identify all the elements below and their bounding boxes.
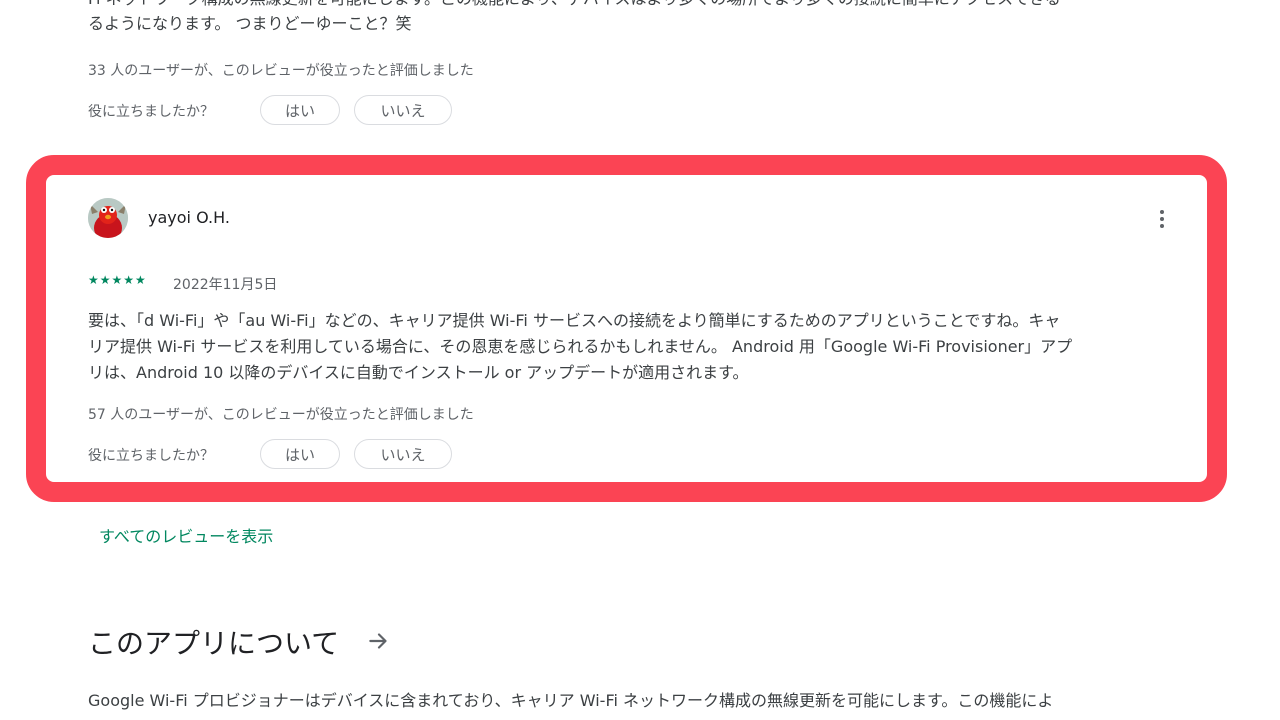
reviewer-name: yayoi O.H.: [148, 208, 230, 227]
previous-helpful-question: 役に立ちましたか？: [88, 104, 214, 120]
helpful-count: 57 人のユーザーが、このレビューが役立ったと評価しました: [88, 407, 474, 423]
helpful-question: 役に立ちましたか？: [88, 448, 214, 464]
review-date: 2022年11月5日: [173, 277, 278, 293]
reviewer-avatar: [88, 198, 128, 238]
previous-review-line: るようになります。 つまりどーゆーこと？笑: [88, 14, 412, 33]
avatar-image: [88, 198, 128, 238]
helpful-no-button[interactable]: いいえ: [354, 439, 452, 469]
previous-helpful-count: 33 人のユーザーが、このレビューが役立ったと評価しました: [88, 63, 474, 79]
arrow-right-icon[interactable]: [366, 628, 392, 654]
more-vert-icon[interactable]: [1146, 203, 1178, 235]
review-body-line: リア提供 Wi-Fi サービスを利用している場合に、その恩恵を感じられるかもしれ…: [88, 337, 1073, 356]
previous-yes-button[interactable]: はい: [260, 95, 340, 125]
review-body-line: 要は、「d Wi-Fi」や「au Wi-Fi」などの、キャリア提供 Wi-Fi …: [88, 311, 1061, 330]
about-section-title: このアプリについて: [88, 627, 340, 660]
previous-review-text: Fi ネットワーク構成の無線更新を可能にします。この機能により、デバイスはより多…: [88, 0, 1188, 36]
about-description: Google Wi-Fi プロビジョナーはデバイスに含まれており、キャリア Wi…: [88, 691, 1054, 710]
star-rating: ★★★★★: [88, 273, 147, 287]
helpful-yes-button[interactable]: はい: [260, 439, 340, 469]
previous-no-button[interactable]: いいえ: [354, 95, 452, 125]
see-all-reviews-link[interactable]: すべてのレビューを表示: [99, 523, 273, 547]
review-body-line: リは、Android 10 以降のデバイスに自動でインストール or アップデー…: [88, 363, 749, 382]
previous-review-line: Fi ネットワーク構成の無線更新を可能にします。この機能により、デバイスはより多…: [88, 0, 1188, 11]
review-body: 要は、「d Wi-Fi」や「au Wi-Fi」などの、キャリア提供 Wi-Fi …: [88, 308, 1198, 386]
